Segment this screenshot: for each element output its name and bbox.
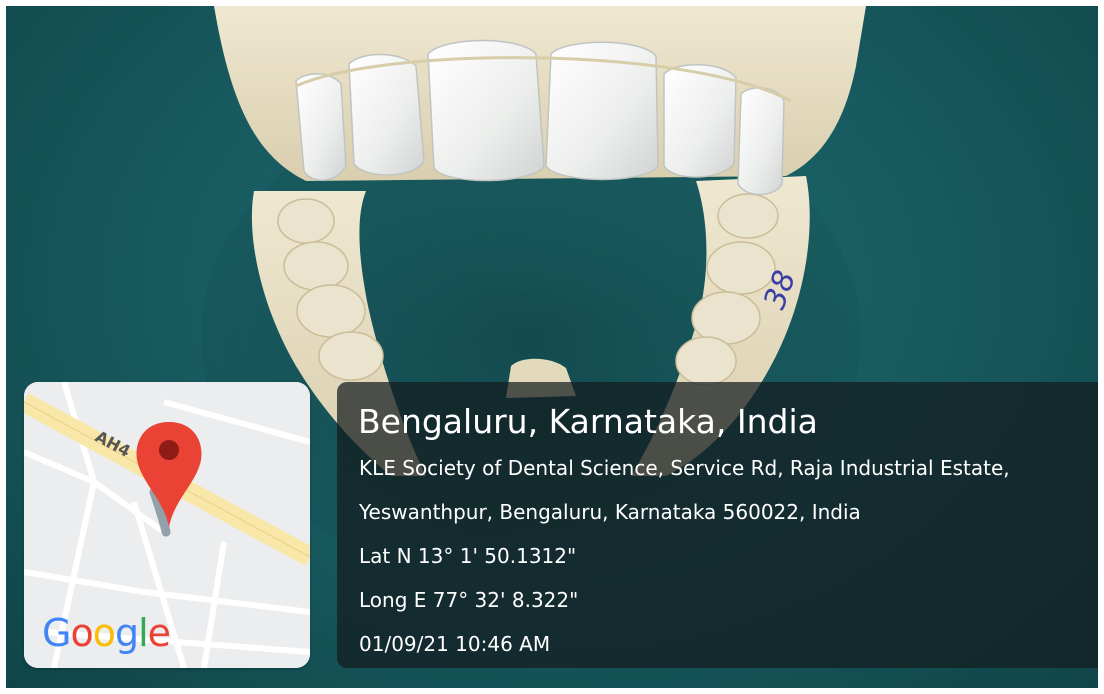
tooth: [663, 64, 737, 178]
map-thumbnail[interactable]: AH4 Google: [24, 382, 310, 668]
tooth: [737, 87, 785, 196]
tooth: [295, 73, 347, 181]
google-letter: o: [70, 611, 93, 655]
location-title: Bengaluru, Karnataka, India: [358, 402, 818, 441]
google-letter: o: [92, 611, 116, 655]
photo-frame: 38 AH4 Google Bengaluru, Karnataka, Indi…: [6, 6, 1098, 688]
google-letter: e: [147, 611, 171, 655]
location-info-panel: Bengaluru, Karnataka, India KLE Society …: [337, 382, 1098, 668]
google-logo: Google: [42, 611, 171, 655]
timestamp-text: 01/09/21 10:46 AM: [359, 632, 551, 656]
address-line-1: KLE Society of Dental Science, Service R…: [359, 456, 1010, 480]
latitude-text: Lat N 13° 1' 50.1312": [359, 544, 577, 568]
address-line-2: Yeswanthpur, Bengaluru, Karnataka 560022…: [359, 500, 861, 524]
longitude-text: Long E 77° 32' 8.322": [359, 588, 579, 612]
google-letter: g: [114, 611, 139, 655]
google-letter: l: [138, 611, 149, 655]
tooth: [348, 53, 425, 176]
tooth: [427, 39, 545, 182]
google-letter: G: [42, 611, 71, 655]
